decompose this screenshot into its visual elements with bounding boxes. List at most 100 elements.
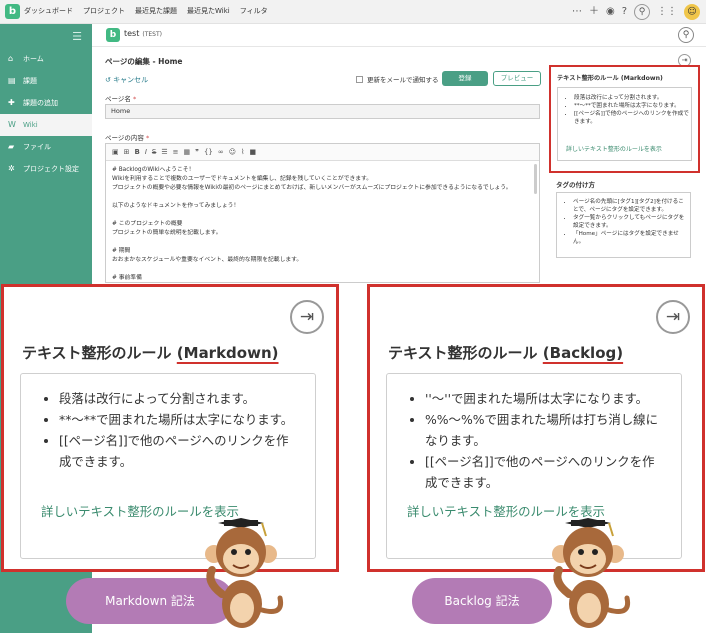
home-icon: ⌂ [8, 54, 14, 63]
project-logo[interactable]: b [106, 28, 120, 42]
list-item: [[ページ名]]で他のページへのリンクを作成できます。 [425, 451, 665, 493]
backlog-callout: ⇥ テキスト整形のルール (Backlog) ''〜''で囲まれた場所は太字にな… [367, 284, 705, 572]
formatting-rules-panel: テキスト整形のルール (Markdown) 段落は改行によって分割されます。 *… [549, 65, 700, 173]
list-item: [[ページ名]]で他のページへのリンクを作成できます。 [574, 110, 690, 126]
list-item: 「Home」ページにはタグを設定できません。 [573, 230, 689, 246]
plus-icon: ✚ [8, 98, 15, 107]
wiki-icon: W [8, 120, 16, 129]
search-icon[interactable]: ⚲ [634, 4, 650, 20]
formatting-rules-title: テキスト整形のルール (Markdown) [557, 75, 663, 82]
callout-title: テキスト整形のルール (Backlog) [388, 342, 623, 363]
show-rules-link[interactable]: 詳しいテキスト整形のルールを表示 [566, 144, 662, 153]
question-icon[interactable]: ? [622, 4, 627, 20]
bullet-list-icon[interactable]: ☰ [161, 148, 167, 156]
bold-icon[interactable]: B [135, 148, 140, 156]
sidebar-item-project-settings[interactable]: ✲ プロジェクト設定 [0, 158, 92, 180]
sidebar-item-add-issue[interactable]: ✚ 課題の追加 [0, 92, 92, 114]
eye-icon[interactable]: ◉ [606, 4, 615, 20]
notify-label: 更新をメールで通知する [367, 76, 439, 84]
nav-filter[interactable]: フィルタ [240, 6, 268, 16]
nav-dashboard[interactable]: ダッシュボード [24, 6, 73, 16]
content-editor[interactable]: ▣ ⊞ B I S ☰ ≡ ▦ ❞ {} ∞ ☺ ⌇ ■ # BacklogのW… [105, 143, 540, 283]
strike-icon[interactable]: S [152, 148, 156, 156]
sidebar-item-label: プロジェクト設定 [23, 165, 79, 173]
callout-title-mode: (Markdown) [176, 344, 279, 362]
code-icon[interactable]: {} [204, 148, 213, 156]
formatting-rules-list: 段落は改行によって分割されます。 **〜**で囲まれた場所は太字になります。 [… [566, 94, 690, 126]
editor-scrollbar[interactable] [534, 164, 537, 194]
backlog-logo[interactable]: b [5, 4, 20, 19]
list-item: 段落は改行によって分割されます。 [574, 94, 690, 102]
editor-line: # BacklogのWikiへようこそ！ [112, 167, 195, 173]
project-name[interactable]: test (TEST) [124, 29, 162, 38]
editor-line: プロジェクトの概要や必要な情報をWikiの最初のページにまとめておけば、新しいメ… [112, 185, 512, 191]
quote-icon[interactable]: ❞ [195, 148, 199, 156]
save-button[interactable]: 登録 [442, 71, 488, 86]
link-icon[interactable]: ∞ [218, 148, 224, 156]
more-icon[interactable]: ⋯ [572, 4, 582, 20]
editor-toolbar: ▣ ⊞ B I S ☰ ≡ ▦ ❞ {} ∞ ☺ ⌇ ■ [106, 144, 539, 161]
monkey-mascot-illustration [205, 518, 284, 628]
editor-line: プロジェクトの簡単な説明を記載します。 [112, 230, 222, 236]
preview-button[interactable]: プレビュー [493, 71, 541, 86]
callout-rules-list: 段落は改行によって分割されます。 **〜**で囲まれた場所は太字になります。 [… [41, 388, 299, 472]
sidebar-item-wiki[interactable]: W Wiki [0, 114, 92, 136]
header-divider [92, 46, 706, 47]
page-title: ページの編集 - Home [105, 57, 183, 66]
gear-icon: ✲ [8, 164, 15, 173]
image-icon[interactable]: ▣ [112, 148, 119, 156]
numbered-list-icon[interactable]: ≡ [173, 148, 179, 156]
notify-checkbox[interactable]: 更新をメールで通知する [356, 74, 439, 84]
menu-icon[interactable]: ☰ [72, 30, 82, 43]
page-name-label-text: ページ名 [105, 95, 131, 103]
sidebar-item-home[interactable]: ⌂ ホーム [0, 48, 92, 70]
tag-help-title: タグの付け方 [556, 181, 595, 189]
italic-icon[interactable]: I [145, 148, 147, 156]
nav-recent-issues[interactable]: 最近見た課題 [135, 6, 177, 16]
nav-projects[interactable]: プロジェクト [83, 6, 125, 16]
editor-line: # 事前準備 [112, 275, 142, 281]
apps-icon[interactable]: ⋮⋮ [657, 4, 677, 20]
checkbox[interactable] [356, 75, 363, 83]
avatar[interactable]: ☺ [684, 4, 700, 20]
list-item: [[ページ名]]で他のページへのリンクを作成できます。 [59, 430, 299, 472]
project-search-icon[interactable]: ⚲ [678, 27, 694, 43]
editor-line: # 期間 [112, 248, 131, 254]
sidebar-item-label: Wiki [23, 121, 38, 129]
callout-title-prefix: テキスト整形のルール [22, 344, 177, 362]
editor-text[interactable]: # BacklogのWikiへようこそ！ Wikiを利用することで複数のユーザーで… [106, 161, 539, 282]
monkey-mascot-illustration [552, 518, 631, 628]
sidebar-item-issues[interactable]: ▤ 課題 [0, 70, 92, 92]
sidebar-item-label: 課題の追加 [23, 99, 58, 107]
list-item: タグ一覧からクリックしてもページにタグを設定できます。 [573, 214, 689, 230]
project-name-text: test [124, 29, 140, 38]
folder-icon: ▰ [8, 142, 15, 151]
color-icon[interactable]: ■ [249, 148, 256, 156]
sidebar-item-files[interactable]: ▰ ファイル [0, 136, 92, 158]
cancel-link[interactable]: ↺ キャンセル [105, 75, 148, 85]
page-name-input[interactable]: Home [105, 104, 540, 119]
nav-recent-wiki[interactable]: 最近見たWiki [187, 6, 230, 16]
plus-icon[interactable]: ＋ [589, 4, 599, 20]
editor-line: おおまかなスケジュールや重要なイベント、最終的な期限を記載します。 [112, 257, 303, 263]
list-item: ''〜''で囲まれた場所は太字になります。 [425, 388, 665, 409]
collapse-panel-icon[interactable]: ⇥ [290, 300, 324, 334]
table-icon[interactable]: ▦ [184, 148, 191, 156]
callout-title-mode: (Backlog) [542, 344, 624, 362]
emoji-icon[interactable]: ☺ [229, 148, 236, 156]
editor-line: # このプロジェクトの概要 [112, 221, 183, 227]
formatting-rules-card: 段落は改行によって分割されます。 **〜**で囲まれた場所は太字になります。 [… [557, 87, 692, 161]
cancel-label: キャンセル [113, 76, 149, 84]
page-content-label: ページの内容 * [105, 132, 149, 142]
collapse-panel-icon[interactable]: ⇥ [656, 300, 690, 334]
top-bar: b ダッシュボード プロジェクト 最近見た課題 最近見たWiki フィルタ ⋯ … [0, 0, 706, 24]
attach-image-icon[interactable]: ⊞ [124, 148, 130, 156]
sidebar-item-label: 課題 [23, 77, 37, 85]
list-item: **〜**で囲まれた場所は太字になります。 [574, 102, 690, 110]
project-key: (TEST) [142, 31, 162, 38]
backlog-notation-badge: Backlog 記法 [412, 578, 552, 624]
attach-file-icon[interactable]: ⌇ [241, 148, 244, 156]
callout-rules-list: ''〜''で囲まれた場所は太字になります。 %%〜%%で囲まれた場所は打ち消し線… [407, 388, 665, 493]
